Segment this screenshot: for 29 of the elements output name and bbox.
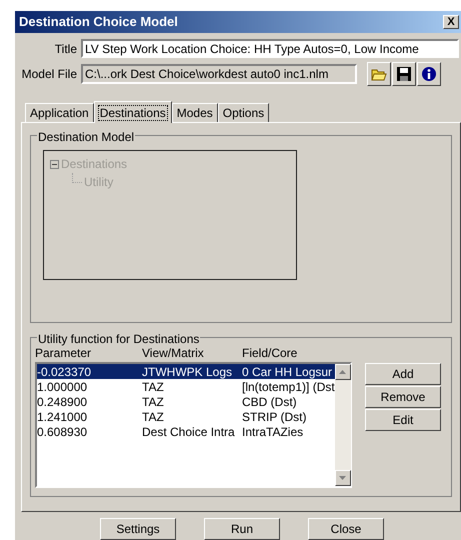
- tab[interactable]: Destinations: [94, 101, 172, 123]
- field-label: Model File: [20, 66, 78, 83]
- tab[interactable]: Application: [25, 103, 94, 122]
- list-action-button[interactable]: Remove: [365, 386, 441, 408]
- title-input[interactable]: LV Step Work Location Choice: HH Type Autos=0, Low Income: [81, 39, 459, 58]
- tab[interactable]: Modes: [172, 103, 218, 122]
- tree-line: [72, 173, 82, 183]
- tab[interactable]: Options: [218, 103, 270, 122]
- info-icon: [421, 66, 437, 82]
- list-row[interactable]: 0.608930 Dest Choice Intra IntraTAZies: [37, 424, 335, 439]
- open-button[interactable]: [367, 62, 391, 86]
- model-file-input[interactable]: C:\...ork Dest Choice\workdest auto0 inc1.nlm: [81, 64, 357, 84]
- list-row[interactable]: 1.000000 TAZ [ln(totemp1)] (Dst: [37, 379, 335, 394]
- info-button[interactable]: [417, 62, 441, 86]
- column-header: Field/Core: [242, 345, 298, 360]
- list-row[interactable]: -0.023370 JTWHWPK Logs 0 Car HH Logsur: [37, 364, 335, 379]
- window-title: Destination Choice Model: [19, 13, 178, 32]
- dialog-button[interactable]: Settings: [100, 518, 176, 540]
- list-row[interactable]: 1.241000 TAZ STRIP (Dst): [37, 409, 335, 424]
- field-label: Title: [54, 40, 78, 58]
- column-header: View/Matrix: [142, 345, 205, 360]
- dialog-button[interactable]: Run: [204, 518, 280, 540]
- dialog-button[interactable]: Close: [308, 518, 384, 540]
- window-close-button[interactable]: X: [443, 15, 459, 29]
- column-header: Parameter: [35, 346, 92, 360]
- list-action-button[interactable]: Edit: [365, 409, 441, 431]
- save-button[interactable]: [392, 62, 416, 86]
- list-action-button[interactable]: Add: [365, 363, 441, 385]
- list-row[interactable]: 0.248900 TAZ CBD (Dst): [37, 394, 335, 409]
